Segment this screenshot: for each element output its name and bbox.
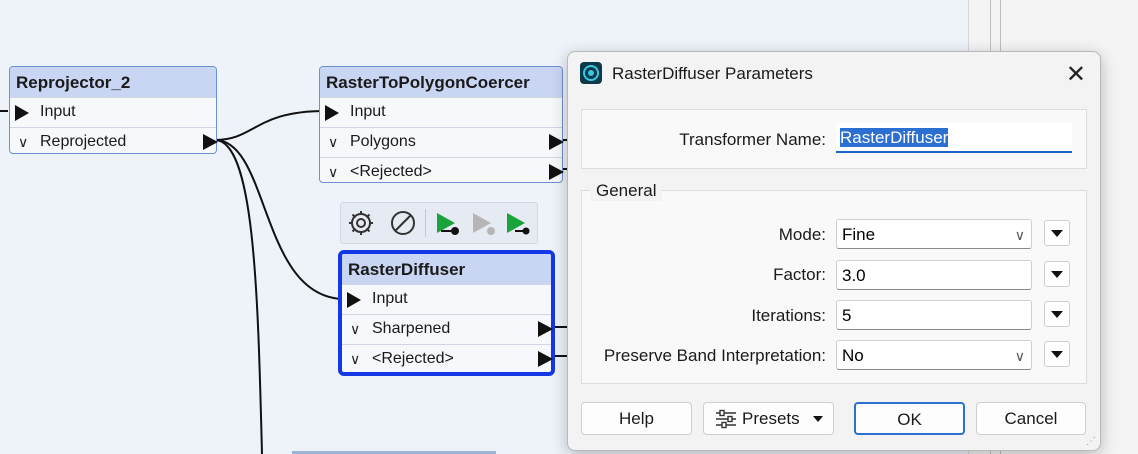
transformer-node-reprojector[interactable]: Reprojector_2 Input ∨ Reprojected [9, 66, 218, 157]
preserve-band-label: Preserve Band Interpretation: [603, 346, 826, 365]
general-group-label: General [590, 181, 663, 201]
input-arrow-icon [325, 105, 339, 121]
iterations-input[interactable]: 5 [836, 300, 1032, 330]
output-arrow-icon [549, 134, 564, 150]
node-toolbar [340, 202, 538, 244]
port-label: <Rejected> [372, 350, 454, 367]
port-label: Polygons [350, 133, 416, 150]
triangle-down-icon [1051, 271, 1063, 278]
input-port[interactable]: Input [342, 284, 551, 314]
preserve-band-options-button[interactable] [1044, 341, 1070, 367]
triangle-down-icon [1051, 351, 1063, 358]
output-arrow-icon [203, 134, 218, 150]
presets-button[interactable]: Presets [703, 402, 834, 435]
resize-grip-icon[interactable]: ⋰ [1086, 436, 1096, 447]
factor-input[interactable]: 3.0 [836, 260, 1032, 290]
port-label: Input [372, 290, 408, 307]
output-port[interactable]: ∨ Polygons [320, 127, 564, 157]
chevron-down-icon: ∨ [328, 134, 339, 150]
factor-label: Factor: [773, 265, 826, 284]
port-label: Input [40, 103, 76, 120]
transformer-name-label: Transformer Name: [679, 130, 826, 149]
run-this-icon[interactable] [501, 207, 533, 239]
output-arrow-icon [549, 164, 564, 180]
parameters-dialog: RasterDiffuser Parameters ✕ Transformer … [567, 51, 1101, 451]
output-port[interactable]: ∨ Reprojected [10, 127, 218, 157]
disable-icon[interactable] [387, 207, 419, 239]
close-icon[interactable]: ✕ [1066, 60, 1086, 89]
output-port[interactable]: ∨ <Rejected> [320, 157, 564, 187]
input-arrow-icon [347, 292, 361, 308]
transformer-node-rasterdiffuser[interactable]: RasterDiffuser Input ∨ Sharpened ∨ <Reje… [338, 250, 555, 376]
presets-label: Presets [742, 409, 800, 428]
chevron-down-icon: ∨ [18, 134, 29, 150]
input-port[interactable]: Input [10, 97, 216, 127]
output-port[interactable]: ∨ Sharpened [342, 314, 553, 344]
factor-options-button[interactable] [1044, 261, 1070, 287]
mode-label: Mode: [778, 225, 826, 244]
triangle-down-icon [1051, 311, 1063, 318]
rasterdiffuser-icon [580, 62, 602, 84]
help-button[interactable]: Help [581, 402, 692, 435]
chevron-down-icon: ∨ [1014, 348, 1025, 364]
sliders-icon [716, 409, 736, 429]
cancel-button[interactable]: Cancel [976, 402, 1086, 435]
node-title: Reprojector_2 [10, 67, 216, 97]
transformer-node-rastertopolygoncoercer[interactable]: RasterToPolygonCoercer Input ∨ Polygons … [319, 66, 564, 183]
gear-icon[interactable] [345, 207, 377, 239]
output-arrow-icon [538, 351, 553, 367]
mode-dropdown[interactable]: Fine ∨ [836, 219, 1032, 249]
output-arrow-icon [538, 321, 553, 337]
iterations-label: Iterations: [751, 306, 826, 325]
node-title: RasterDiffuser [342, 254, 551, 284]
triangle-down-icon [813, 416, 823, 422]
triangle-down-icon [1051, 230, 1063, 237]
port-label: Sharpened [372, 320, 451, 337]
run-from-this-icon[interactable] [467, 207, 499, 239]
port-label: Input [350, 103, 386, 120]
input-port[interactable]: Input [320, 97, 562, 127]
chevron-down-icon: ∨ [1014, 227, 1025, 243]
input-arrow-icon [15, 105, 29, 121]
mode-options-button[interactable] [1044, 220, 1070, 246]
port-label: <Rejected> [350, 163, 432, 180]
node-title: RasterToPolygonCoercer [320, 67, 562, 97]
chevron-down-icon: ∨ [350, 351, 361, 367]
port-label: Reprojected [40, 133, 127, 150]
output-port[interactable]: ∨ <Rejected> [342, 344, 553, 374]
transformer-name-input[interactable]: RasterDiffuser [836, 123, 1072, 153]
chevron-down-icon: ∨ [350, 321, 361, 337]
chevron-down-icon: ∨ [328, 164, 339, 180]
run-to-this-icon[interactable] [431, 207, 463, 239]
dialog-title: RasterDiffuser Parameters [612, 64, 813, 83]
ok-button[interactable]: OK [854, 402, 965, 435]
iterations-options-button[interactable] [1044, 301, 1070, 327]
preserve-band-dropdown[interactable]: No ∨ [836, 340, 1032, 370]
